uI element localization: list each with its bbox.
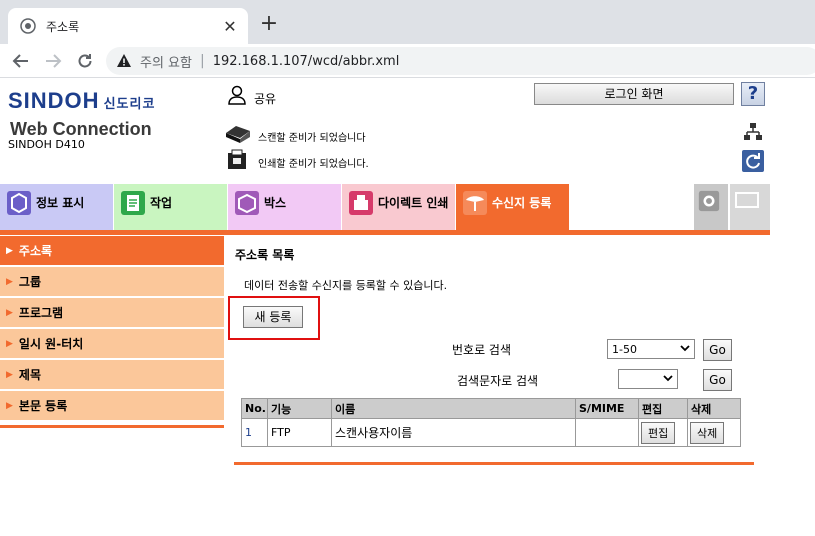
arrow-right-icon: ▶	[6, 276, 13, 287]
url-text: 192.168.1.107/wcd/abbr.xml	[212, 53, 400, 69]
printer-icon	[228, 149, 246, 169]
new-registration-button[interactable]: 새 등록	[243, 306, 303, 328]
refresh-icon[interactable]	[742, 150, 764, 172]
help-button[interactable]: ?	[741, 82, 765, 106]
row-number: 1	[241, 418, 268, 447]
address-registration-icon	[463, 191, 487, 215]
scanner-icon	[226, 126, 250, 143]
column-header: S/MIME	[575, 398, 639, 419]
column-header: 편집	[638, 398, 688, 419]
tab-title: 주소록	[46, 19, 80, 34]
browser-tab-bar: 주소록 ✕ +	[0, 0, 815, 44]
number-range-select[interactable]: 1-50	[607, 339, 695, 359]
row-function: FTP	[267, 418, 332, 447]
sidebar-item-temp-one-touch[interactable]: ▶ 일시 원-터치	[0, 329, 224, 358]
info-display-icon	[7, 191, 31, 215]
main-tabs: 정보 표시 작업 박스 다이렉트 인쇄 수신지 등록	[0, 184, 815, 232]
column-header: 기능	[267, 398, 332, 419]
job-icon	[121, 191, 145, 215]
direct-print-icon	[349, 191, 373, 215]
go-number-button[interactable]: Go	[703, 339, 732, 361]
column-header: 이름	[331, 398, 576, 419]
tab-job[interactable]: 작업	[114, 184, 227, 230]
close-icon[interactable]: ✕	[220, 16, 240, 36]
arrow-left-icon	[12, 54, 28, 68]
tab-address-registration[interactable]: 수신지 등록	[456, 184, 569, 230]
reload-button[interactable]	[74, 50, 96, 72]
browser-tab[interactable]: 주소록 ✕	[8, 8, 248, 44]
brand-logo-kr: 신도리코	[103, 96, 156, 111]
column-header: No.	[241, 398, 268, 419]
arrow-right-icon	[46, 54, 62, 68]
forward-button[interactable]	[42, 50, 64, 72]
tab-underline	[0, 230, 770, 235]
row-name: 스캔사용자이름	[331, 418, 576, 447]
table-header-row: No. 기능 이름 S/MIME 편집 삭제	[241, 398, 741, 419]
gear-icon	[698, 190, 720, 212]
sidebar-item-subject[interactable]: ▶ 제목	[0, 360, 224, 389]
url-input[interactable]: 주의 요함 | 192.168.1.107/wcd/abbr.xml	[106, 47, 815, 75]
sidebar-item-body-text[interactable]: ▶ 본문 등록	[0, 391, 224, 420]
login-button[interactable]: 로그인 화면	[534, 83, 734, 105]
new-tab-button[interactable]: +	[258, 13, 280, 36]
divider: |	[199, 53, 205, 69]
sidebar-item-program[interactable]: ▶ 프로그램	[0, 298, 224, 327]
column-header: 삭제	[687, 398, 741, 419]
address-bar: 주의 요함 | 192.168.1.107/wcd/abbr.xml	[0, 44, 815, 78]
back-button[interactable]	[10, 50, 32, 72]
brand-logo: SINDOH 신도리코	[8, 88, 156, 113]
sidebar-item-group[interactable]: ▶ 그룹	[0, 267, 224, 296]
char-select[interactable]	[618, 369, 678, 389]
product-name: Web Connection	[10, 119, 152, 139]
address-table: No. 기능 이름 S/MIME 편집 삭제 1 FTP 스캔사용자이름 편집 …	[241, 398, 741, 447]
globe-icon	[20, 18, 36, 34]
table-row: 1 FTP 스캔사용자이름 편집 삭제	[241, 418, 741, 447]
scan-status: 스캔할 준비가 되었습니다	[258, 133, 366, 144]
page-title: 주소록 목록	[235, 248, 295, 262]
arrow-right-icon: ▶	[6, 307, 13, 318]
tab-box[interactable]: 박스	[228, 184, 341, 230]
delete-button[interactable]: 삭제	[690, 421, 725, 444]
tab-settings[interactable]	[694, 184, 728, 230]
tab-panel[interactable]	[730, 184, 770, 230]
model-name: SINDOH D410	[8, 138, 85, 151]
warning-icon[interactable]	[116, 53, 132, 69]
tab-info[interactable]: 정보 표시	[0, 184, 113, 230]
edit-button[interactable]: 편집	[641, 421, 676, 444]
box-icon	[235, 191, 259, 215]
arrow-right-icon: ▶	[6, 400, 13, 411]
panel-icon	[735, 192, 759, 208]
go-char-button[interactable]: Go	[703, 369, 732, 391]
arrow-right-icon: ▶	[6, 245, 13, 256]
sidebar: ▶ 주소록 ▶ 그룹 ▶ 프로그램 ▶ 일시 원-터치 ▶ 제목 ▶ 본문 등록	[0, 236, 224, 422]
row-smime	[575, 418, 639, 447]
search-by-number-label: 번호로 검색	[452, 343, 512, 357]
search-by-char-label: 검색문자로 검색	[457, 374, 539, 388]
tab-direct-print[interactable]: 다이렉트 인쇄	[342, 184, 455, 230]
network-icon[interactable]	[742, 121, 764, 143]
chevron-down-icon	[680, 345, 690, 352]
sidebar-item-address-book[interactable]: ▶ 주소록	[0, 236, 224, 265]
arrow-right-icon: ▶	[6, 338, 13, 349]
page-description: 데이터 전송할 수신지를 등록할 수 있습니다.	[244, 279, 448, 292]
reload-icon	[78, 54, 92, 68]
security-status: 주의 요함	[140, 55, 192, 71]
chevron-down-icon	[663, 375, 673, 382]
sidebar-divider	[0, 425, 224, 428]
content-divider	[234, 462, 754, 465]
arrow-right-icon: ▶	[6, 369, 13, 380]
user-label: 공유	[254, 92, 277, 106]
user-icon	[228, 85, 246, 105]
print-status: 인쇄할 준비가 되었습니다.	[258, 159, 369, 170]
